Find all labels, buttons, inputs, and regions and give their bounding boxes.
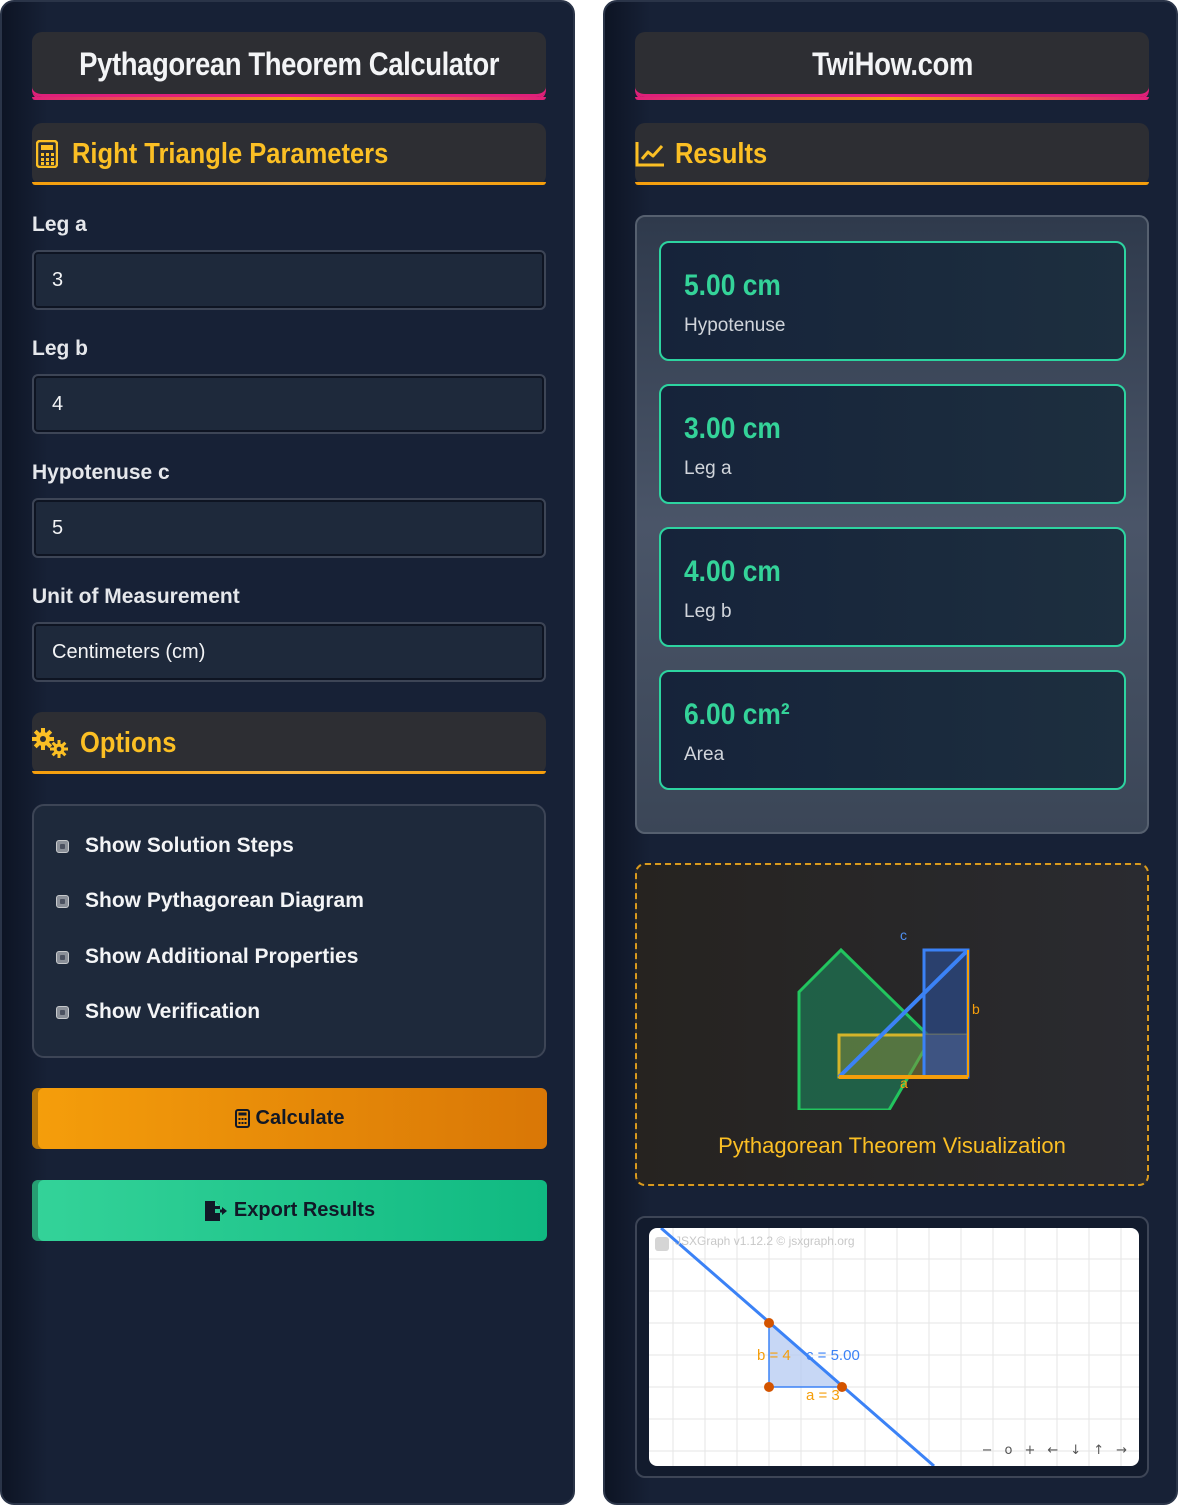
calculator-icon (234, 1109, 250, 1128)
checkbox[interactable] (56, 1005, 69, 1019)
calculate-label: Calculate (255, 1107, 345, 1129)
options-section-header: Options (32, 712, 546, 774)
visualization-caption: Pythagorean Theorem Visualization (718, 1133, 1066, 1158)
calculator-title-box: Pythagorean Theorem Calculator (32, 32, 546, 100)
option-label: Show Pythagorean Diagram (85, 889, 364, 912)
result-card-leg-a: 3.00 cm Leg a (659, 384, 1126, 504)
graph-label-b: b = 4 (757, 1347, 791, 1364)
result-value: 5.00 cm (684, 269, 781, 302)
result-label: Leg a (684, 458, 732, 479)
jsxgraph-logo-icon (655, 1237, 669, 1251)
checkbox[interactable] (56, 839, 69, 853)
pythagorean-squares-diagram: c b a (797, 927, 980, 1110)
options-section-title: Options (80, 726, 177, 759)
option-label: Show Verification (85, 1000, 261, 1023)
result-value: 6.00 cm² (684, 698, 790, 731)
point-origin[interactable] (764, 1382, 774, 1392)
graph-canvas: b = 4 c = 5.00 a = 3 (649, 1228, 1139, 1466)
params-section-title: Right Triangle Parameters (72, 137, 389, 170)
results-section-title: Results (675, 137, 768, 170)
calculator-panel: Pythagorean Theorem Calculator Right Tri… (0, 0, 575, 1505)
label-c: c (900, 927, 907, 943)
page-title: Pythagorean Theorem Calculator (79, 46, 499, 82)
jsxgraph-credit: JSXGraph v1.12.2 © jsxgraph.org (675, 1234, 855, 1248)
unit-label: Unit of Measurement (32, 585, 240, 608)
result-value: 3.00 cm (684, 412, 781, 445)
result-label: Area (684, 744, 725, 765)
zoom-out-button[interactable]: − (982, 1443, 993, 1458)
pan-right-button[interactable]: → (1116, 1443, 1127, 1458)
file-export-icon (204, 1200, 228, 1222)
results-section-header: Results (635, 123, 1149, 185)
hypotenuse-square (797, 947, 933, 1110)
results-panel: TwiHow.com Results 5.00 cm Hypotenuse 3.… (603, 0, 1178, 1505)
label-a: a (900, 1075, 908, 1091)
brand-title-box: TwiHow.com (635, 32, 1149, 100)
result-label: Leg b (684, 601, 732, 622)
result-card-hypotenuse: 5.00 cm Hypotenuse (659, 241, 1126, 361)
brand-title: TwiHow.com (811, 46, 973, 82)
calculator-icon (32, 139, 62, 169)
export-results-button[interactable]: Export Results (32, 1180, 547, 1241)
export-label: Export Results (233, 1199, 376, 1221)
option-show-verification[interactable]: Show Verification (56, 1000, 260, 1024)
graph-label-a: a = 3 (806, 1387, 840, 1404)
option-show-properties[interactable]: Show Additional Properties (56, 945, 358, 969)
pan-down-button[interactable]: ↓ (1070, 1443, 1081, 1458)
option-label: Show Solution Steps (85, 834, 294, 857)
results-container: 5.00 cm Hypotenuse 3.00 cm Leg a 4.00 cm… (635, 215, 1149, 834)
gears-icon (32, 728, 70, 758)
pythagorean-visualization: c b a Pythagorean Theorem Visualization (635, 863, 1149, 1186)
result-value: 4.00 cm (684, 555, 781, 588)
options-box: Show Solution Steps Show Pythagorean Dia… (32, 804, 546, 1058)
chart-line-icon (635, 139, 665, 169)
label-b: b (972, 1001, 980, 1017)
leg-b-input[interactable]: 4 (32, 374, 546, 434)
checkbox[interactable] (56, 950, 69, 964)
hypotenuse-line (660, 1228, 935, 1466)
checkbox[interactable] (56, 894, 69, 908)
zoom-reset-button[interactable]: o (1005, 1443, 1013, 1458)
result-label: Hypotenuse (684, 315, 786, 336)
graph-label-c: c = 5.00 (806, 1347, 860, 1364)
calculate-button[interactable]: Calculate (32, 1088, 547, 1149)
result-card-leg-b: 4.00 cm Leg b (659, 527, 1126, 647)
unit-select[interactable]: Centimeters (cm) (32, 622, 546, 682)
pan-left-button[interactable]: ← (1047, 1443, 1058, 1458)
jsxgraph-board[interactable]: b = 4 c = 5.00 a = 3 JSXGraph v1.12.2 © … (649, 1228, 1139, 1466)
leg-a-label: Leg a (32, 213, 87, 236)
hypotenuse-label: Hypotenuse c (32, 461, 170, 484)
leg-b-label: Leg b (32, 337, 88, 360)
zoom-in-button[interactable]: + (1024, 1443, 1035, 1458)
params-section-header: Right Triangle Parameters (32, 123, 546, 185)
point-b[interactable] (764, 1318, 774, 1328)
leg-a-input[interactable]: 3 (32, 250, 546, 310)
pan-up-button[interactable]: ↑ (1093, 1443, 1104, 1458)
option-show-solution-steps[interactable]: Show Solution Steps (56, 834, 294, 858)
hypotenuse-input[interactable]: 5 (32, 498, 546, 558)
option-show-diagram[interactable]: Show Pythagorean Diagram (56, 889, 364, 913)
option-label: Show Additional Properties (85, 945, 359, 968)
graph-container: b = 4 c = 5.00 a = 3 JSXGraph v1.12.2 © … (635, 1216, 1149, 1478)
graph-navigation: − o + ← ↓ ↑ → (982, 1443, 1127, 1458)
result-card-area: 6.00 cm² Area (659, 670, 1126, 790)
